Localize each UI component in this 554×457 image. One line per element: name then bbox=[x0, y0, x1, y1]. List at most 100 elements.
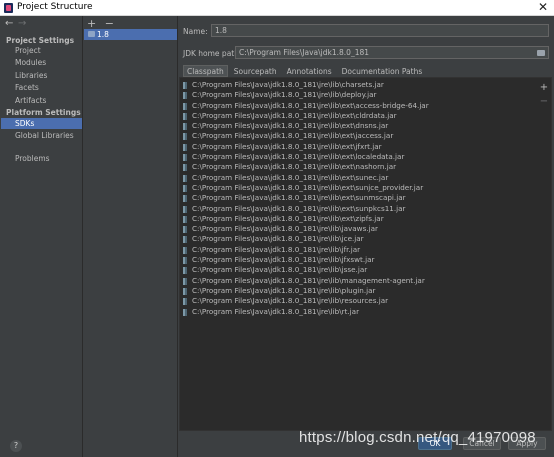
classpath-row[interactable]: C:\Program Files\Java\jdk1.8.0_181\jre\l… bbox=[182, 111, 537, 121]
jar-icon bbox=[183, 174, 187, 182]
classpath-row[interactable]: C:\Program Files\Java\jdk1.8.0_181\jre\l… bbox=[182, 162, 537, 172]
dialog-buttons: OK Cancel Apply bbox=[178, 431, 554, 457]
jar-icon bbox=[183, 164, 187, 172]
classpath-row[interactable]: C:\Program Files\Java\jdk1.8.0_181\jre\l… bbox=[182, 234, 537, 244]
ok-button[interactable]: OK bbox=[418, 437, 452, 450]
classpath-path: C:\Program Files\Java\jdk1.8.0_181\jre\l… bbox=[192, 121, 389, 131]
remove-path-icon[interactable]: − bbox=[539, 96, 549, 110]
forward-arrow-icon[interactable]: → bbox=[18, 18, 26, 29]
classpath-path: C:\Program Files\Java\jdk1.8.0_181\jre\l… bbox=[192, 90, 377, 100]
classpath-row[interactable]: C:\Program Files\Java\jdk1.8.0_181\jre\l… bbox=[182, 193, 537, 203]
jdk-home-path-label: JDK home path: bbox=[183, 49, 242, 58]
classpath-path: C:\Program Files\Java\jdk1.8.0_181\jre\l… bbox=[192, 152, 405, 162]
tab-annotations[interactable]: Annotations bbox=[283, 65, 336, 77]
tab-documentation-paths[interactable]: Documentation Paths bbox=[338, 65, 427, 77]
classpath-row[interactable]: C:\Program Files\Java\jdk1.8.0_181\jre\l… bbox=[182, 183, 537, 193]
sdk-list-panel: + − 1.8 bbox=[83, 16, 178, 457]
classpath-row[interactable]: C:\Program Files\Java\jdk1.8.0_181\jre\l… bbox=[182, 204, 537, 214]
sdk-detail-panel: Name: JDK home path: Classpath Sourcepat… bbox=[178, 16, 554, 457]
sdk-tabs: Classpath Sourcepath Annotations Documen… bbox=[183, 65, 428, 77]
sidebar-item-sdks[interactable]: SDKs bbox=[1, 118, 82, 129]
settings-sidebar: ← → Project Settings Project Modules Lib… bbox=[1, 16, 83, 457]
browse-folder-icon[interactable] bbox=[537, 50, 545, 56]
jar-icon bbox=[183, 102, 187, 110]
tab-sourcepath[interactable]: Sourcepath bbox=[230, 65, 281, 77]
classpath-path: C:\Program Files\Java\jdk1.8.0_181\jre\l… bbox=[192, 203, 406, 213]
jar-icon bbox=[183, 82, 187, 89]
classpath-path: C:\Program Files\Java\jdk1.8.0_181\jre\l… bbox=[192, 234, 364, 244]
classpath-entries: C:\Program Files\Java\jdk1.8.0_181\jre\l… bbox=[182, 80, 537, 317]
jar-icon bbox=[183, 154, 187, 162]
folder-icon bbox=[88, 31, 95, 37]
classpath-path: C:\Program Files\Java\jdk1.8.0_181\jre\l… bbox=[192, 110, 397, 120]
jar-icon bbox=[183, 92, 187, 100]
jdk-home-path-input[interactable] bbox=[235, 46, 549, 59]
classpath-row[interactable]: C:\Program Files\Java\jdk1.8.0_181\jre\l… bbox=[182, 131, 537, 141]
jar-icon bbox=[183, 267, 187, 275]
classpath-path: C:\Program Files\Java\jdk1.8.0_181\jre\l… bbox=[192, 244, 361, 254]
classpath-path: C:\Program Files\Java\jdk1.8.0_181\jre\l… bbox=[192, 224, 378, 234]
classpath-row[interactable]: C:\Program Files\Java\jdk1.8.0_181\jre\l… bbox=[182, 121, 537, 131]
sidebar-item-artifacts[interactable]: Artifacts bbox=[1, 95, 82, 106]
classpath-row[interactable]: C:\Program Files\Java\jdk1.8.0_181\jre\l… bbox=[182, 152, 537, 162]
jar-icon bbox=[183, 277, 187, 285]
jar-icon bbox=[183, 205, 187, 213]
cancel-button[interactable]: Cancel bbox=[463, 437, 501, 450]
sidebar-item-facets[interactable]: Facets bbox=[1, 82, 82, 93]
sdk-item-label: 1.8 bbox=[97, 30, 109, 39]
classpath-path: C:\Program Files\Java\jdk1.8.0_181\jre\l… bbox=[192, 131, 394, 141]
project-settings-heading: Project Settings bbox=[6, 36, 75, 45]
sidebar-item-global-libraries[interactable]: Global Libraries bbox=[1, 130, 82, 141]
nav-arrows: ← → bbox=[5, 18, 45, 30]
classpath-row[interactable]: C:\Program Files\Java\jdk1.8.0_181\jre\l… bbox=[182, 245, 537, 255]
classpath-row[interactable]: C:\Program Files\Java\jdk1.8.0_181\jre\l… bbox=[182, 276, 537, 286]
jar-icon bbox=[183, 308, 187, 316]
sdk-list-item[interactable]: 1.8 bbox=[84, 29, 177, 40]
classpath-path: C:\Program Files\Java\jdk1.8.0_181\jre\l… bbox=[192, 275, 425, 285]
jar-icon bbox=[183, 184, 187, 192]
jar-icon bbox=[183, 287, 187, 295]
back-arrow-icon[interactable]: ← bbox=[5, 18, 13, 29]
sidebar-item-project[interactable]: Project bbox=[1, 45, 82, 56]
jar-icon bbox=[183, 236, 187, 244]
classpath-row[interactable]: C:\Program Files\Java\jdk1.8.0_181\jre\l… bbox=[182, 214, 537, 224]
classpath-path: C:\Program Files\Java\jdk1.8.0_181\jre\l… bbox=[192, 80, 384, 89]
sdk-name-input[interactable] bbox=[211, 24, 549, 37]
close-icon[interactable]: ✕ bbox=[538, 0, 548, 14]
classpath-path: C:\Program Files\Java\jdk1.8.0_181\jre\l… bbox=[192, 213, 384, 223]
classpath-path: C:\Program Files\Java\jdk1.8.0_181\jre\l… bbox=[192, 141, 382, 151]
classpath-row[interactable]: C:\Program Files\Java\jdk1.8.0_181\jre\l… bbox=[182, 286, 537, 296]
classpath-row[interactable]: C:\Program Files\Java\jdk1.8.0_181\jre\l… bbox=[182, 90, 537, 100]
classpath-row[interactable]: C:\Program Files\Java\jdk1.8.0_181\jre\l… bbox=[182, 265, 537, 275]
jar-icon bbox=[183, 123, 187, 131]
jar-icon bbox=[183, 246, 187, 254]
sidebar-item-libraries[interactable]: Libraries bbox=[1, 70, 82, 81]
classpath-row[interactable]: C:\Program Files\Java\jdk1.8.0_181\jre\l… bbox=[182, 142, 537, 152]
sidebar-item-problems[interactable]: Problems bbox=[1, 153, 82, 164]
help-icon[interactable]: ? bbox=[10, 440, 22, 452]
classpath-path: C:\Program Files\Java\jdk1.8.0_181\jre\l… bbox=[192, 285, 376, 295]
jar-icon bbox=[183, 226, 187, 234]
classpath-row[interactable]: C:\Program Files\Java\jdk1.8.0_181\jre\l… bbox=[182, 296, 537, 306]
platform-settings-heading: Platform Settings bbox=[6, 108, 81, 117]
classpath-row[interactable]: C:\Program Files\Java\jdk1.8.0_181\jre\l… bbox=[182, 101, 537, 111]
name-label: Name: bbox=[183, 27, 208, 36]
jar-icon bbox=[183, 133, 187, 141]
intellij-app-icon bbox=[4, 3, 13, 13]
sidebar-item-modules[interactable]: Modules bbox=[1, 57, 82, 68]
apply-button[interactable]: Apply bbox=[508, 437, 546, 450]
jar-icon bbox=[183, 143, 187, 151]
jar-icon bbox=[183, 215, 187, 223]
classpath-row[interactable]: C:\Program Files\Java\jdk1.8.0_181\jre\l… bbox=[182, 173, 537, 183]
tab-classpath[interactable]: Classpath bbox=[183, 65, 228, 77]
classpath-path: C:\Program Files\Java\jdk1.8.0_181\jre\l… bbox=[192, 255, 375, 265]
classpath-row[interactable]: C:\Program Files\Java\jdk1.8.0_181\jre\l… bbox=[182, 307, 537, 317]
classpath-row[interactable]: C:\Program Files\Java\jdk1.8.0_181\jre\l… bbox=[182, 255, 537, 265]
classpath-row[interactable]: C:\Program Files\Java\jdk1.8.0_181\jre\l… bbox=[182, 224, 537, 234]
jar-icon bbox=[183, 195, 187, 203]
classpath-list: C:\Program Files\Java\jdk1.8.0_181\jre\l… bbox=[179, 77, 552, 431]
classpath-row[interactable]: C:\Program Files\Java\jdk1.8.0_181\jre\l… bbox=[182, 80, 537, 90]
add-path-icon[interactable]: + bbox=[539, 82, 549, 96]
window-titlebar: Project Structure ✕ bbox=[0, 0, 554, 16]
window-title: Project Structure bbox=[17, 2, 93, 12]
